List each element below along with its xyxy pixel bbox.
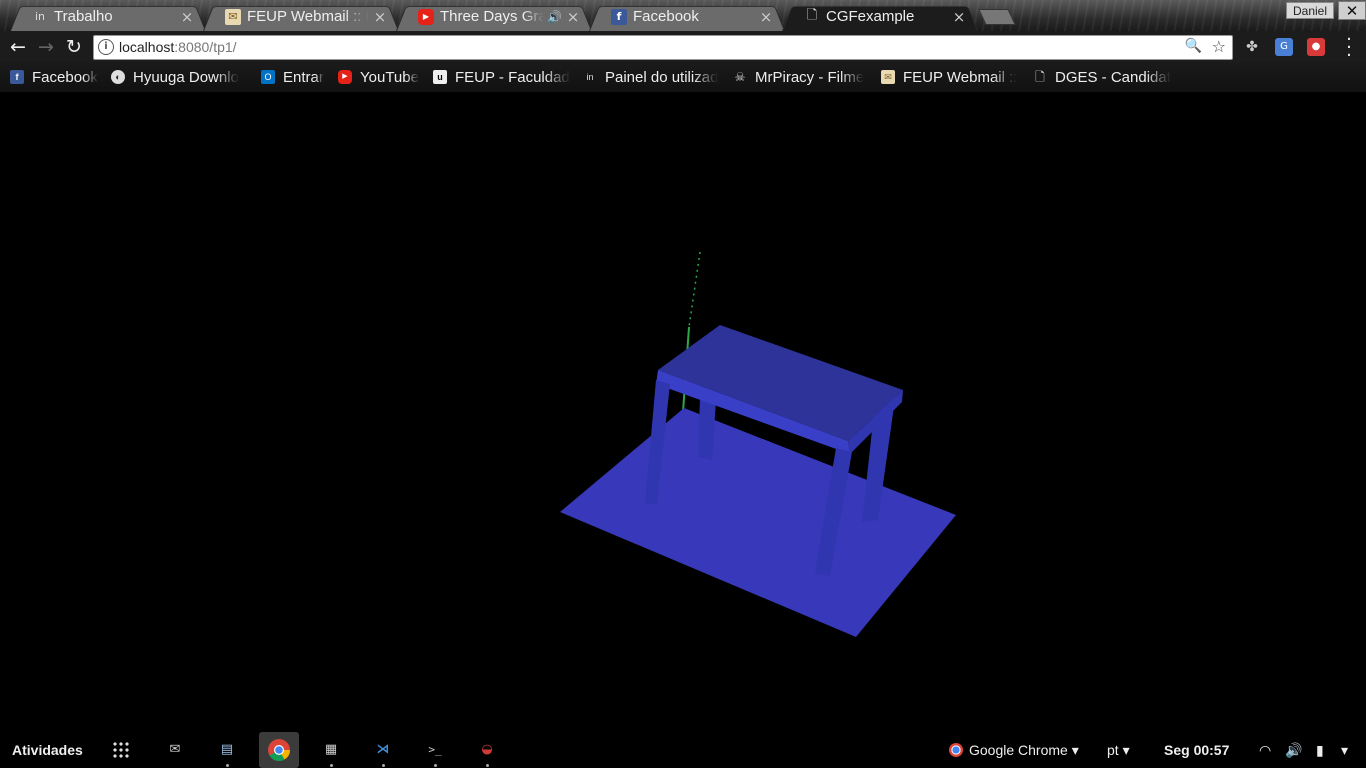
- google-translate-icon[interactable]: G: [1275, 38, 1293, 56]
- clock[interactable]: Seg 00:57: [1164, 742, 1229, 758]
- tab-cgfexample[interactable]: 🗋 CGFexample ×: [782, 2, 978, 31]
- bookmark-label: Entrar: [283, 68, 324, 86]
- page-icon: 🗋: [1035, 70, 1045, 84]
- vscode-icon[interactable]: ⋊: [369, 736, 397, 767]
- eclipse-icon[interactable]: ◒: [473, 736, 501, 767]
- onedrive-icon: in: [34, 10, 46, 23]
- chrome-icon[interactable]: [259, 732, 299, 768]
- tab-close-button[interactable]: ×: [180, 8, 194, 26]
- bookmark-label: FEUP Webmail ::: [903, 68, 1018, 86]
- bookmark-feup-webmail[interactable]: ✉ FEUP Webmail ::: [881, 67, 1021, 87]
- scene-3d: [560, 251, 956, 637]
- webgl-canvas[interactable]: [0, 92, 1366, 732]
- mail-icon: ✉: [881, 70, 895, 84]
- bookmark-mrpiracy[interactable]: ☠ MrPiracy - Filme: [733, 67, 869, 87]
- mail-client-icon[interactable]: ✉: [161, 736, 189, 764]
- tab-close-button[interactable]: ×: [759, 8, 773, 26]
- url-host: localhost: [119, 39, 175, 55]
- battery-icon[interactable]: ▮: [1316, 742, 1324, 759]
- tab-trabalho[interactable]: in Trabalho ×: [10, 2, 206, 31]
- page-icon: 🗋: [806, 7, 818, 23]
- bookmark-dges[interactable]: 🗋 DGES - Candidat: [1033, 67, 1173, 87]
- zoom-icon[interactable]: 🔍: [1185, 38, 1202, 54]
- system-menu-icon[interactable]: ▾: [1341, 742, 1348, 759]
- bookmark-facebook[interactable]: f Facebook: [10, 67, 104, 87]
- address-bar[interactable]: i localhost:8080/tp1/ 🔍 ☆: [93, 35, 1233, 60]
- outlook-icon: O: [261, 70, 275, 84]
- extension-ghost-icon[interactable]: ●: [1307, 38, 1325, 56]
- reload-button[interactable]: ↻: [62, 35, 86, 59]
- app-menu-label: Google Chrome ▾: [969, 742, 1079, 758]
- bookmark-label: Facebook: [32, 68, 98, 86]
- bookmark-label: MrPiracy - Filme: [755, 68, 865, 86]
- system-taskbar: Atividades ✉ ▤ ▦ ⋊ >_ ◒ Google Chrome ▾ …: [0, 732, 1366, 768]
- terminal-icon[interactable]: >_: [421, 736, 449, 767]
- tab-close-button[interactable]: ×: [373, 8, 387, 26]
- tab-three-days-grace[interactable]: ▶ Three Days Grac 🔊 ×: [396, 2, 592, 31]
- bookmark-label: Hyuuga Downlo: [133, 68, 239, 86]
- tab-title: FEUP Webmail :: En: [247, 8, 369, 25]
- mail-icon: ✉: [225, 8, 241, 25]
- profile-button[interactable]: Daniel: [1286, 2, 1334, 19]
- app-menu[interactable]: Google Chrome ▾: [949, 742, 1079, 759]
- youtube-icon: ▶: [418, 8, 434, 25]
- chrome-menu-icon[interactable]: · · ·: [1344, 31, 1354, 65]
- facebook-icon: f: [10, 70, 24, 84]
- tab-feup-webmail[interactable]: ✉ FEUP Webmail :: En ×: [203, 2, 399, 31]
- bookmark-hyuuga[interactable]: ◐ Hyuuga Downlo: [111, 67, 251, 87]
- chrome-small-icon: [949, 743, 963, 757]
- tab-title: Three Days Grac: [440, 8, 545, 25]
- window-close-button[interactable]: ✕: [1338, 1, 1366, 20]
- hyuuga-icon: ◐: [111, 70, 125, 84]
- bookmark-label: FEUP - Faculdad: [455, 68, 570, 86]
- forward-button[interactable]: →: [34, 35, 58, 59]
- extension-ninja-icon[interactable]: ✤: [1243, 38, 1261, 56]
- new-tab-button[interactable]: [978, 9, 1016, 25]
- tab-strip: in Trabalho × ✉ FEUP Webmail :: En × ▶ T…: [0, 0, 1366, 31]
- facebook-icon: f: [611, 8, 627, 25]
- mrpiracy-icon: ☠: [734, 70, 746, 84]
- wifi-icon[interactable]: ◠: [1259, 742, 1271, 759]
- bookmark-youtube[interactable]: ▶ YouTube: [338, 67, 424, 87]
- bookmark-label: YouTube: [360, 68, 419, 86]
- language-selector[interactable]: pt ▾: [1107, 742, 1130, 759]
- tab-title: Facebook: [633, 8, 699, 25]
- bookmark-label: DGES - Candidat: [1055, 68, 1171, 86]
- bookmark-star-icon[interactable]: ☆: [1212, 37, 1226, 56]
- screen: in Trabalho × ✉ FEUP Webmail :: En × ▶ T…: [0, 0, 1366, 768]
- audio-playing-icon[interactable]: 🔊: [547, 10, 562, 24]
- bookmark-label: Painel do utilizad: [605, 68, 719, 86]
- youtube-icon: ▶: [338, 70, 352, 84]
- tab-title: CGFexample: [826, 8, 915, 25]
- back-button[interactable]: ←: [6, 35, 30, 59]
- tab-close-button[interactable]: ×: [952, 8, 966, 26]
- onedrive-icon: in: [586, 72, 594, 82]
- volume-icon[interactable]: 🔊: [1285, 742, 1302, 759]
- tab-facebook[interactable]: f Facebook ×: [589, 2, 785, 31]
- bookmark-feup[interactable]: u FEUP - Faculdad: [433, 67, 573, 87]
- bookmarks-bar: f Facebook ◐ Hyuuga Downlo O Entrar ▶ Yo…: [0, 62, 1366, 92]
- site-info-icon[interactable]: i: [98, 39, 114, 55]
- document-viewer-icon[interactable]: ▤: [213, 736, 241, 767]
- bookmark-painel[interactable]: in Painel do utilizad: [583, 67, 723, 87]
- feup-icon: u: [433, 70, 447, 84]
- file-cabinet-icon[interactable]: ▦: [317, 736, 345, 767]
- bookmark-entrar[interactable]: O Entrar: [261, 67, 331, 87]
- url-path: :8080/tp1/: [174, 39, 237, 55]
- url-text[interactable]: localhost:8080/tp1/: [119, 38, 237, 57]
- y-axis-line-upper: [688, 251, 701, 328]
- chrome-logo: [268, 738, 290, 761]
- floor-plane: [560, 408, 956, 637]
- tab-close-button[interactable]: ×: [566, 8, 580, 26]
- activities-button[interactable]: Atividades: [12, 742, 83, 758]
- show-applications-icon[interactable]: [112, 741, 130, 759]
- tab-title: Trabalho: [54, 8, 113, 25]
